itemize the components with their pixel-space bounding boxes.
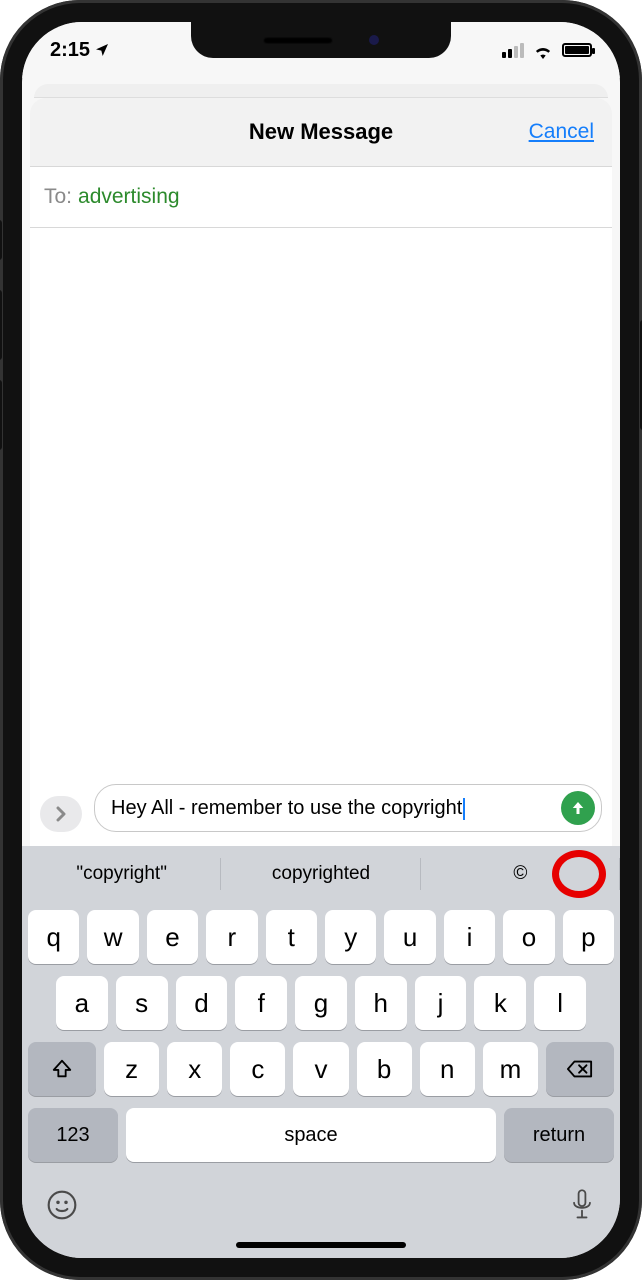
emoji-button[interactable]: [46, 1189, 78, 1229]
suggestion-bar: "copyright" copyrighted ©: [22, 846, 620, 902]
modal-header: New Message Cancel: [30, 98, 612, 166]
key-e[interactable]: e: [147, 910, 198, 964]
front-camera: [369, 35, 379, 45]
keyboard: "copyright" copyrighted © q w e r t y u …: [22, 846, 620, 1258]
to-value: advertising: [78, 185, 180, 209]
message-text: Hey All - remember to use the copyright: [111, 797, 462, 819]
to-field[interactable]: To: advertising: [30, 166, 612, 228]
key-x[interactable]: x: [167, 1042, 222, 1096]
shift-icon: [51, 1058, 73, 1080]
key-s[interactable]: s: [116, 976, 168, 1030]
key-u[interactable]: u: [384, 910, 435, 964]
shift-key[interactable]: [28, 1042, 96, 1096]
backspace-key[interactable]: [546, 1042, 614, 1096]
microphone-icon: [568, 1188, 596, 1222]
key-i[interactable]: i: [444, 910, 495, 964]
space-key[interactable]: space: [126, 1108, 496, 1162]
signal-icon: [502, 43, 524, 58]
key-b[interactable]: b: [357, 1042, 412, 1096]
status-time: 2:15: [50, 39, 90, 62]
screen: 2:15 New Message Cancel To: advertising: [22, 22, 620, 1258]
backspace-icon: [567, 1059, 593, 1079]
key-o[interactable]: o: [503, 910, 554, 964]
key-w[interactable]: w: [87, 910, 138, 964]
key-y[interactable]: y: [325, 910, 376, 964]
key-k[interactable]: k: [474, 976, 526, 1030]
key-g[interactable]: g: [295, 976, 347, 1030]
key-j[interactable]: j: [415, 976, 467, 1030]
key-d[interactable]: d: [176, 976, 228, 1030]
location-icon: [94, 42, 110, 58]
cancel-button[interactable]: Cancel: [529, 120, 594, 144]
key-v[interactable]: v: [293, 1042, 348, 1096]
phone-frame: 2:15 New Message Cancel To: advertising: [0, 0, 642, 1280]
dictation-button[interactable]: [568, 1188, 596, 1230]
key-q[interactable]: q: [28, 910, 79, 964]
key-c[interactable]: c: [230, 1042, 285, 1096]
key-h[interactable]: h: [355, 976, 407, 1030]
arrow-up-icon: [569, 799, 587, 817]
key-n[interactable]: n: [420, 1042, 475, 1096]
key-a[interactable]: a: [56, 976, 108, 1030]
emoji-icon: [46, 1189, 78, 1221]
text-caret: [463, 798, 465, 820]
expand-apps-button[interactable]: [40, 796, 82, 832]
key-f[interactable]: f: [235, 976, 287, 1030]
key-m[interactable]: m: [483, 1042, 538, 1096]
volume-down: [0, 380, 2, 450]
suggestion-1[interactable]: "copyright": [22, 846, 221, 902]
return-key[interactable]: return: [504, 1108, 614, 1162]
speaker: [263, 37, 333, 44]
to-label: To:: [44, 185, 72, 209]
key-z[interactable]: z: [104, 1042, 159, 1096]
key-r[interactable]: r: [206, 910, 257, 964]
volume-up: [0, 290, 2, 360]
notch: [191, 22, 451, 58]
suggestion-3[interactable]: ©: [421, 846, 620, 902]
key-p[interactable]: p: [563, 910, 614, 964]
key-l[interactable]: l: [534, 976, 586, 1030]
numbers-key[interactable]: 123: [28, 1108, 118, 1162]
send-button[interactable]: [561, 791, 595, 825]
compose-row: Hey All - remember to use the copyright: [30, 774, 612, 846]
battery-icon: [562, 43, 592, 57]
home-indicator[interactable]: [236, 1242, 406, 1248]
modal-background-hint: [34, 84, 608, 98]
message-input[interactable]: Hey All - remember to use the copyright: [94, 784, 602, 832]
chevron-right-icon: [53, 806, 69, 822]
key-t[interactable]: t: [266, 910, 317, 964]
wifi-icon: [532, 42, 554, 58]
message-body[interactable]: Hey All - remember to use the copyright: [30, 228, 612, 846]
side-switch: [0, 220, 2, 260]
page-title: New Message: [249, 119, 393, 145]
suggestion-2[interactable]: copyrighted: [221, 846, 420, 902]
